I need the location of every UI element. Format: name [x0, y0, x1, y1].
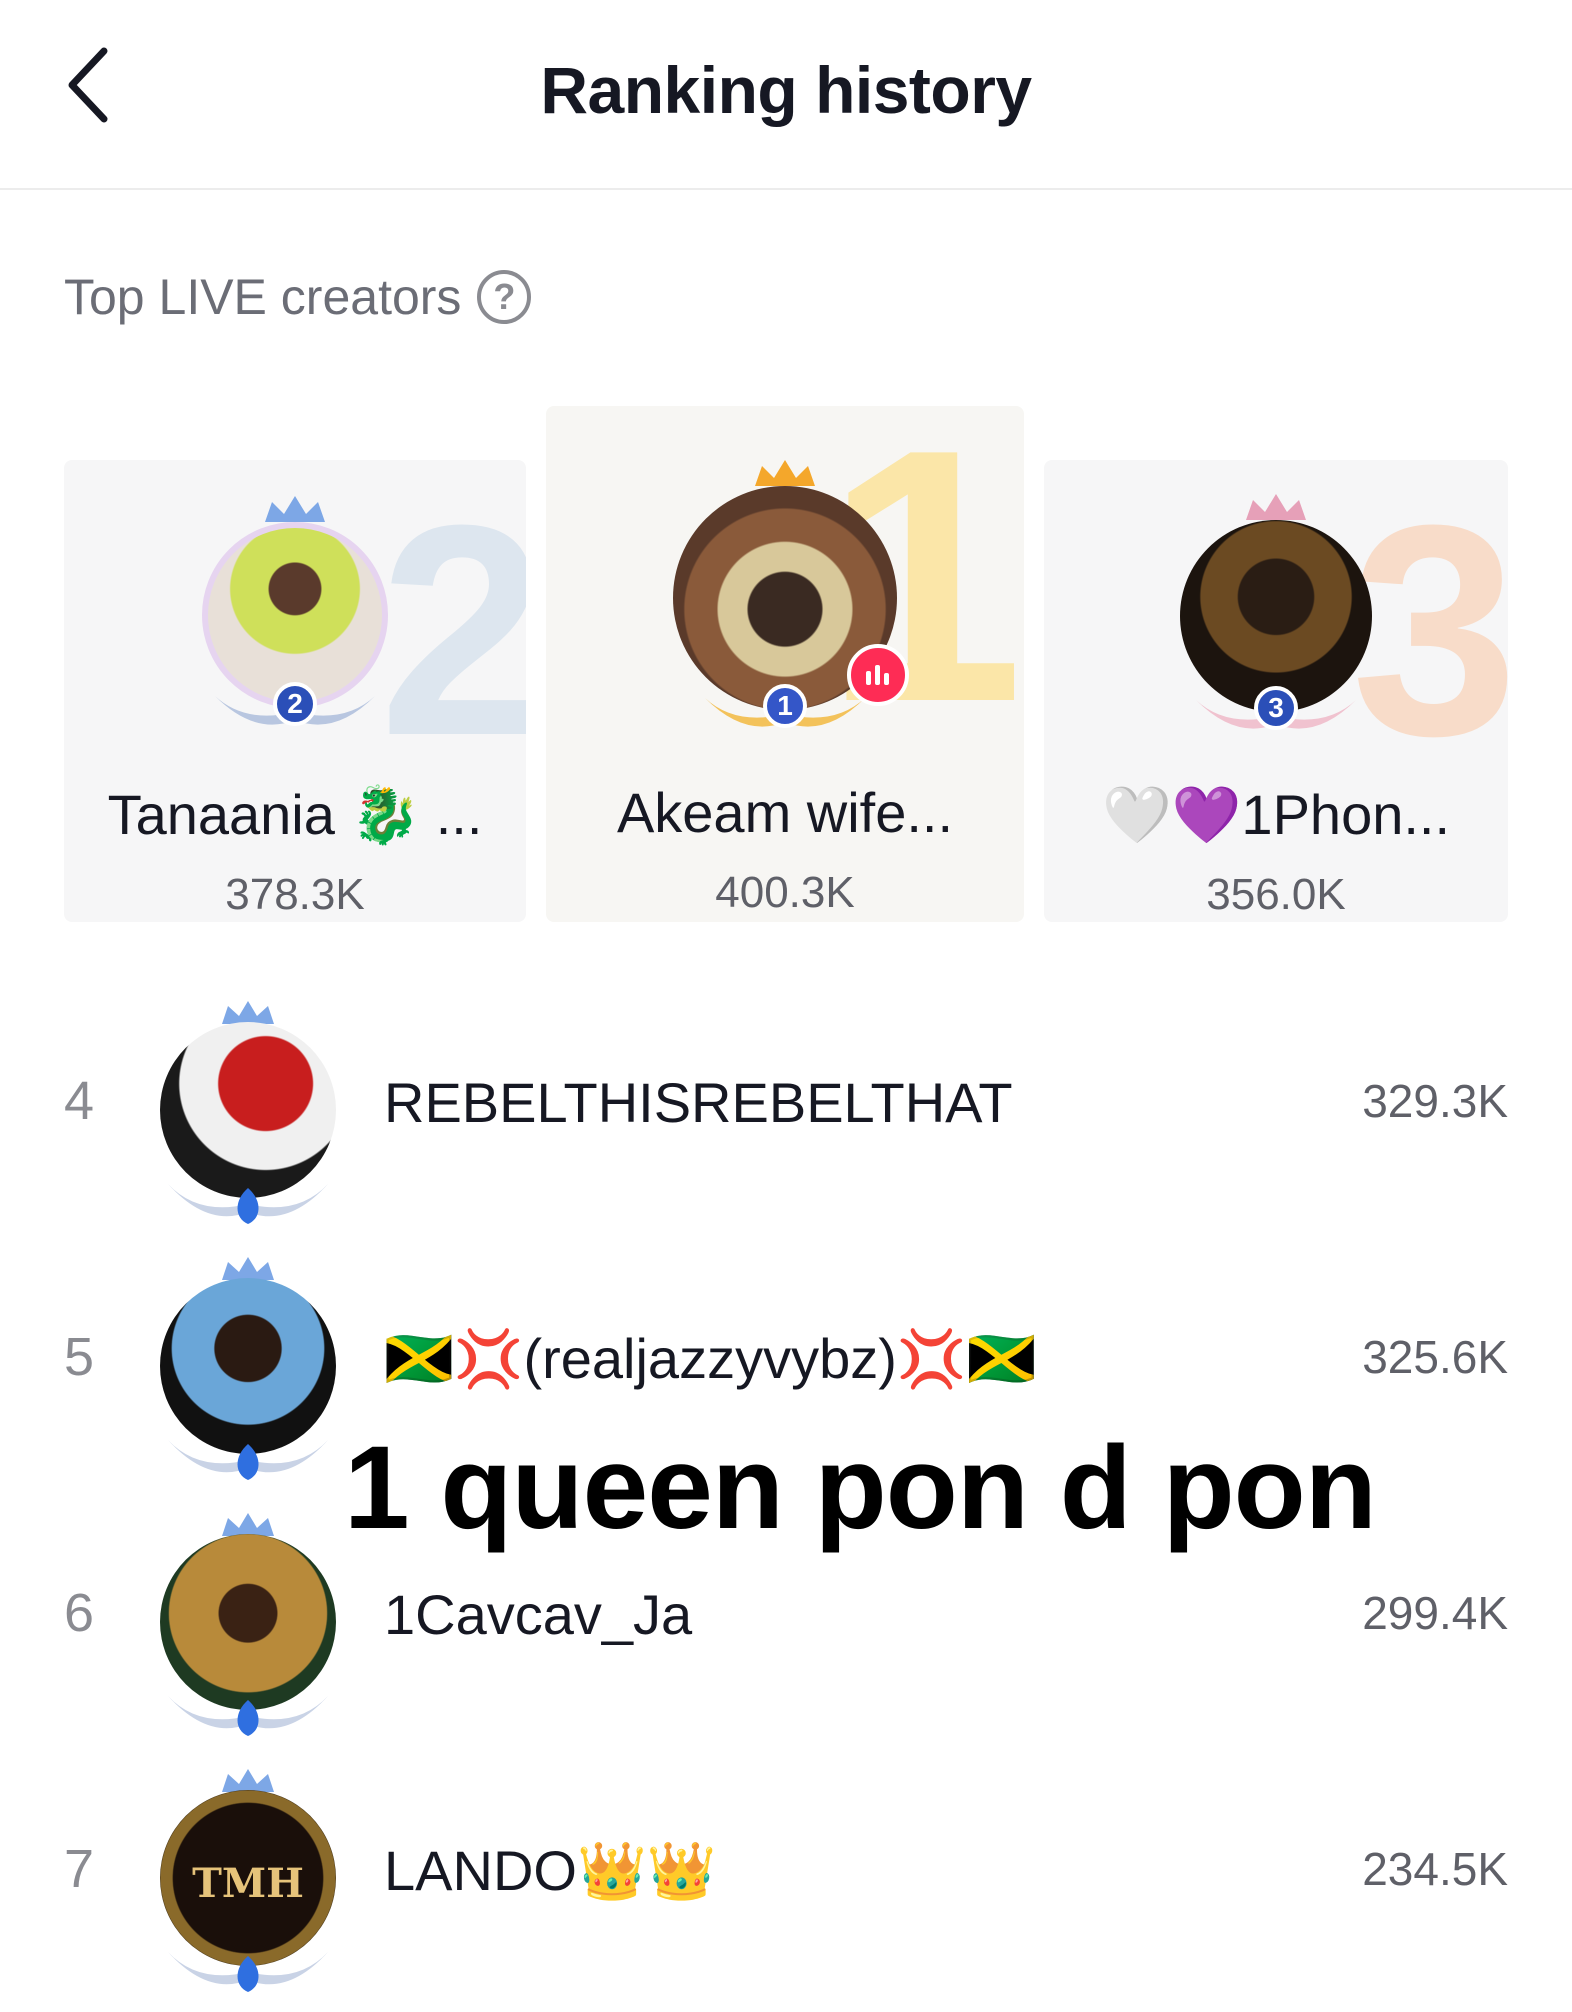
overlay-caption: 1 queen pon d pon: [344, 1422, 1377, 1554]
avatar-frame: [160, 1001, 336, 1224]
crown-icon: [265, 496, 325, 522]
live-bars-icon: [866, 665, 889, 685]
creator-score: 329.3K: [1362, 1075, 1508, 1127]
level-badge-icon: [168, 1696, 328, 1736]
crown-icon: [1246, 494, 1306, 520]
level-badge-icon: [168, 1952, 328, 1992]
creator-score: 299.4K: [1362, 1587, 1508, 1639]
avatar-frame: 3: [1180, 494, 1372, 730]
creator-name: Akeam wife...: [616, 781, 954, 844]
page-title: Ranking history: [540, 53, 1032, 127]
rank-badge: 3: [1254, 686, 1298, 730]
creator-name: LANDO👑👑: [384, 1839, 717, 1902]
avatar-frame: [160, 1257, 336, 1480]
avatar-logo-text: TMH: [192, 1860, 304, 1907]
crown-icon: [755, 460, 815, 486]
list-item[interactable]: 7 TMH LANDO👑👑 234.5K: [0, 1762, 1572, 1992]
creator-score: 234.5K: [1362, 1843, 1508, 1895]
section-header: Top LIVE creators ?: [64, 268, 532, 326]
live-indicator[interactable]: [847, 644, 909, 706]
rank-number: 4: [64, 1071, 95, 1131]
avatar-frame: TMH: [160, 1769, 336, 1992]
creator-score: 356.0K: [1206, 870, 1346, 919]
creator-name: REBELTHISREBELTHAT: [384, 1071, 1013, 1134]
podium-card-rank-1[interactable]: 1 1 Akeam wife... 400.3K: [546, 406, 1024, 922]
creator-name: 1Cavcav_Ja: [384, 1583, 693, 1646]
avatar-frame: 2: [202, 496, 388, 726]
creator-name: 🤍💜1Phon...: [1101, 783, 1451, 846]
creator-name: 🇯🇲💢(realjazzyvybz)💢🇯🇲: [384, 1327, 1037, 1390]
top-bar: Ranking history: [0, 0, 1572, 190]
rank-badge: 1: [763, 684, 807, 728]
creator-name: Tanaania 🐉 ...: [107, 783, 483, 846]
podium-card-rank-2[interactable]: 2 2 Tanaania 🐉 ... 378.3K: [64, 460, 526, 922]
podium-card-rank-3[interactable]: 3 3 🤍💜1Phon... 356.0K: [1044, 460, 1508, 922]
section-label: Top LIVE creators: [64, 269, 462, 325]
rank-number: 5: [64, 1327, 95, 1387]
avatar-frame: 1: [673, 460, 909, 728]
rank-watermark: 2: [379, 462, 526, 798]
avatar-frame: [160, 1513, 336, 1736]
creator-score: 400.3K: [715, 868, 855, 917]
rank-badge: 2: [273, 682, 317, 726]
rank-number: 6: [64, 1583, 95, 1643]
rank-number: 7: [64, 1839, 95, 1899]
level-badge-icon: [168, 1184, 328, 1224]
creator-score: 378.3K: [225, 870, 365, 919]
help-icon[interactable]: ?: [477, 270, 532, 324]
level-badge-icon: [168, 1440, 328, 1480]
list-item[interactable]: 4 REBELTHISREBELTHAT 329.3K: [0, 994, 1572, 1224]
creator-score: 325.6K: [1362, 1331, 1508, 1383]
rank-watermark: 3: [1351, 462, 1508, 798]
